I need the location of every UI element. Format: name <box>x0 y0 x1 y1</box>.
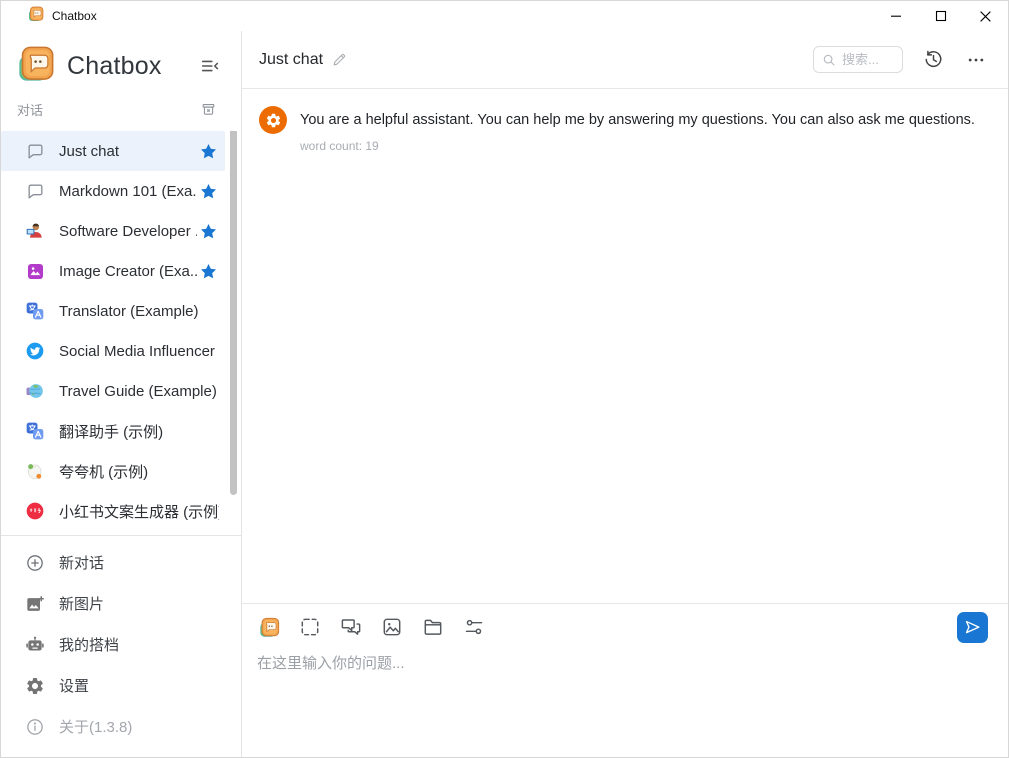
chat-item[interactable]: 翻译助手 (示例) <box>1 411 225 451</box>
sidebar-menu-item[interactable]: 新图片 <box>1 583 241 624</box>
collapse-sidebar-icon <box>199 55 221 77</box>
star-icon[interactable] <box>197 142 219 161</box>
system-message[interactable]: You are a helpful assistant. You can hel… <box>259 106 988 153</box>
send-button[interactable] <box>957 612 988 643</box>
scrollbar-thumb[interactable] <box>230 131 237 495</box>
chat-item-label: 小红书文案生成器 (示例) <box>59 501 219 522</box>
message-input[interactable] <box>257 652 947 732</box>
sidebar-menu-label: 新对话 <box>59 552 104 573</box>
gear-avatar-icon <box>265 112 282 129</box>
send-icon <box>963 618 982 637</box>
add-circle-icon <box>25 553 45 573</box>
app-title: Chatbox <box>67 52 197 81</box>
chat-item[interactable]: Software Developer ... <box>1 211 225 251</box>
more-dots-icon <box>966 50 986 70</box>
chatbox-logo-icon <box>17 45 55 88</box>
word-count: word count: 19 <box>300 139 975 153</box>
app-icon <box>28 6 44 27</box>
sidebar-menu-label: 关于(1.3.8) <box>59 716 132 737</box>
chat-item[interactable]: 夸夸机 (示例) <box>1 451 225 491</box>
chat-item-label: 翻译助手 (示例) <box>59 421 219 442</box>
sidebar-menu: 新对话新图片我的搭档设置关于(1.3.8) <box>1 535 241 757</box>
attach-folder-icon[interactable] <box>421 615 445 639</box>
chatbox-logo-icon[interactable] <box>257 615 281 639</box>
sidebar-menu-label: 我的搭档 <box>59 634 119 655</box>
image-purple-icon <box>25 261 45 281</box>
composer-toolbar <box>257 615 988 639</box>
more-options-button[interactable] <box>964 48 988 72</box>
star-icon[interactable] <box>197 182 219 201</box>
xiaohongshu-icon <box>25 501 45 521</box>
chat-item-label: Software Developer ... <box>59 223 197 240</box>
settings-sliders-icon[interactable] <box>462 615 486 639</box>
edit-title-icon[interactable] <box>331 51 348 68</box>
sidebar-menu-item[interactable]: 关于(1.3.8) <box>1 706 241 747</box>
collapse-sidebar-button[interactable] <box>197 53 223 79</box>
chat-item-label: Translator (Example) <box>59 303 219 320</box>
composer <box>242 603 1008 757</box>
maximize-button[interactable] <box>918 1 963 31</box>
titlebar[interactable]: Chatbox <box>1 1 1008 31</box>
chat-header: Just chat <box>242 31 1008 89</box>
star-icon[interactable] <box>197 222 219 241</box>
chat-list: Just chat Markdown 101 (Exa... Software De… <box>1 131 241 535</box>
chat-item[interactable]: Markdown 101 (Exa... <box>1 171 225 211</box>
gear-icon <box>25 676 45 696</box>
window-title: Chatbox <box>52 9 97 23</box>
search-icon <box>822 53 836 67</box>
chat-item[interactable]: Translator (Example) <box>1 291 225 331</box>
message-text: You are a helpful assistant. You can hel… <box>300 111 975 131</box>
chat-bubble-icon <box>25 141 45 161</box>
chat-item-label: Image Creator (Exa... <box>59 263 197 280</box>
globe-icon <box>25 381 45 401</box>
history-button[interactable] <box>921 47 946 72</box>
message-area: You are a helpful assistant. You can hel… <box>242 89 1008 603</box>
chat-item[interactable]: Social Media Influencer (E... <box>1 331 225 371</box>
chat-title: Just chat <box>259 51 323 69</box>
chat-item-label: Just chat <box>59 143 197 160</box>
chat-item[interactable]: Just chat <box>1 131 225 171</box>
dove-icon <box>25 461 45 481</box>
assistant-avatar <box>259 106 287 134</box>
sidebar-menu-item[interactable]: 新对话 <box>1 542 241 583</box>
robot-icon <box>25 635 45 655</box>
chat-item-label: Social Media Influencer (E... <box>59 343 219 360</box>
search-input[interactable] <box>842 52 896 67</box>
chat-item[interactable]: Image Creator (Exa... <box>1 251 225 291</box>
clear-conversations-button[interactable] <box>198 99 219 120</box>
chat-item-label: 夸夸机 (示例) <box>59 461 219 482</box>
chatbox-window: Chatbox Chatbox 对话 <box>1 1 1008 757</box>
sidebar-menu-item[interactable]: 我的搭档 <box>1 624 241 665</box>
main-panel: Just chat <box>242 31 1008 757</box>
sidebar-menu-label: 设置 <box>59 675 89 696</box>
sidebar: Chatbox 对话 Just chat Markdown 101 (Exa...… <box>1 31 242 757</box>
twitter-icon <box>25 341 45 361</box>
quote-bubbles-icon[interactable] <box>339 615 363 639</box>
close-button[interactable] <box>963 1 1008 31</box>
screenshot-select-icon[interactable] <box>298 615 322 639</box>
new-image-icon <box>25 594 45 614</box>
info-icon <box>25 717 45 737</box>
sidebar-menu-label: 新图片 <box>59 593 104 614</box>
translate-icon <box>25 421 45 441</box>
chat-bubble-icon <box>25 181 45 201</box>
search-box[interactable] <box>813 46 903 73</box>
chat-item[interactable]: 小红书文案生成器 (示例) <box>1 491 225 531</box>
star-icon[interactable] <box>197 262 219 281</box>
attach-image-icon[interactable] <box>380 615 404 639</box>
sidebar-menu-item[interactable]: 设置 <box>1 665 241 706</box>
maximize-icon <box>936 12 945 21</box>
technologist-icon <box>25 221 45 241</box>
minimize-button[interactable] <box>873 1 918 31</box>
chat-item[interactable]: Travel Guide (Example) <box>1 371 225 411</box>
clear-box-icon <box>200 101 217 118</box>
chat-item-label: Markdown 101 (Exa... <box>59 183 197 200</box>
history-icon <box>923 49 944 70</box>
translate-icon <box>25 301 45 321</box>
conversations-label: 对话 <box>17 100 198 119</box>
chat-item-label: Travel Guide (Example) <box>59 383 219 400</box>
close-icon <box>981 11 991 21</box>
